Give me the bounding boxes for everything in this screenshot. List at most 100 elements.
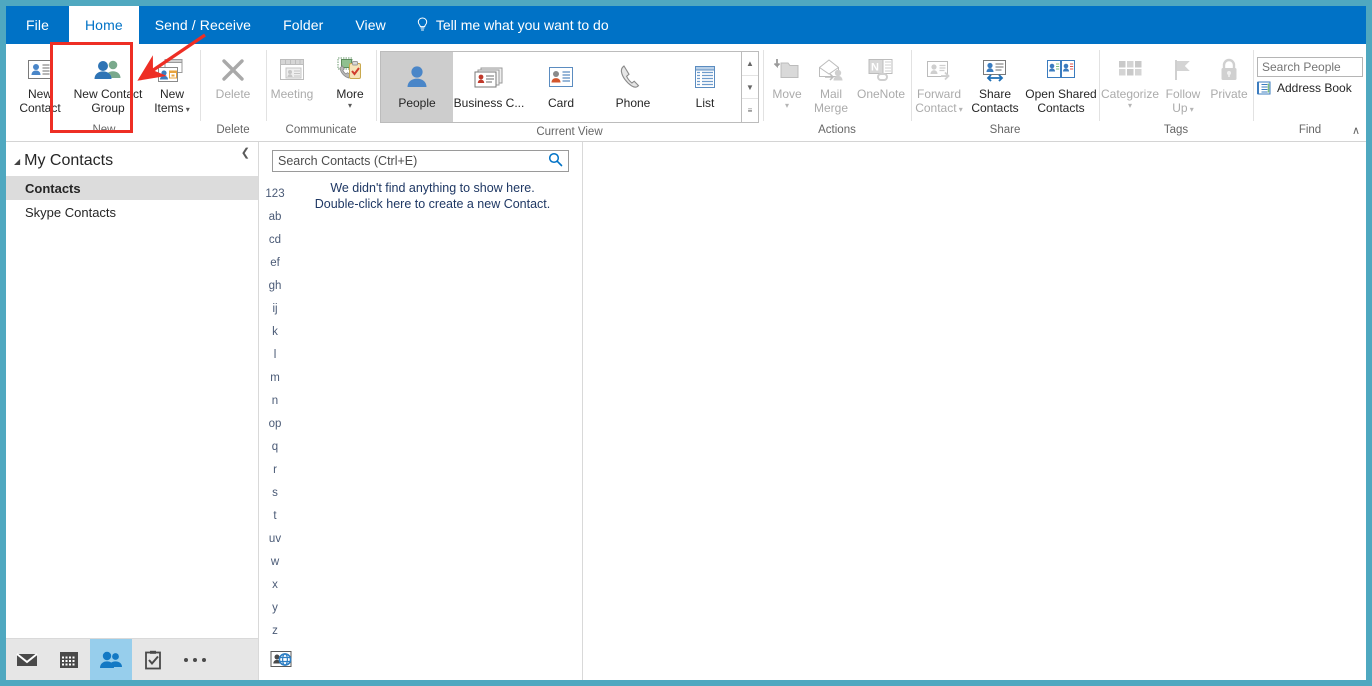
- view-card-label: Card: [547, 96, 574, 110]
- chevron-down-icon[interactable]: ▾: [184, 105, 190, 114]
- nav-mail[interactable]: [6, 639, 48, 680]
- alpha-index-item[interactable]: k: [272, 321, 278, 344]
- chevron-down-icon[interactable]: ▾: [785, 102, 789, 110]
- alpha-index-item[interactable]: op: [269, 413, 282, 436]
- folder-item-contacts-label: Contacts: [25, 180, 81, 196]
- meeting-label: Meeting: [270, 87, 314, 101]
- outlook-window-frame: File Home Send / Receive Folder View Tel…: [0, 0, 1372, 686]
- mail-icon: [16, 652, 38, 666]
- alpha-index-item[interactable]: gh: [269, 275, 282, 298]
- alpha-index-item[interactable]: q: [272, 436, 278, 459]
- alpha-index-item[interactable]: t: [273, 505, 276, 528]
- tell-me-search[interactable]: Tell me what you want to do: [402, 6, 623, 44]
- magnifier-icon[interactable]: [548, 152, 563, 170]
- view-card[interactable]: Card: [525, 52, 597, 122]
- alpha-index-item[interactable]: n: [272, 390, 278, 413]
- list-pane-footer: [259, 642, 582, 680]
- address-book-icon: [1257, 81, 1271, 95]
- ribbon-group-delete: Delete Delete: [200, 44, 266, 141]
- search-people-input[interactable]: [1257, 57, 1363, 77]
- tab-file-label: File: [26, 17, 49, 33]
- search-contacts-box[interactable]: [272, 150, 569, 172]
- private-button[interactable]: Private: [1206, 49, 1252, 117]
- nav-tasks[interactable]: [132, 639, 174, 680]
- alpha-index-item[interactable]: l: [274, 344, 277, 367]
- private-lock-icon: [1216, 53, 1242, 87]
- view-business-card[interactable]: Business C...: [453, 52, 525, 122]
- open-shared-contacts-button[interactable]: Open Shared Contacts: [1023, 49, 1099, 117]
- contacts-list-body[interactable]: 123 ab cd ef gh ij k l m n op q r s t uv…: [259, 172, 582, 642]
- alpha-index-item[interactable]: ef: [270, 252, 280, 275]
- new-contact-button[interactable]: New Contact: [12, 49, 68, 117]
- meeting-button[interactable]: Meeting: [263, 49, 321, 117]
- chevron-down-icon[interactable]: ▾: [957, 105, 963, 114]
- delete-x-icon: [219, 53, 247, 87]
- collapse-folder-pane-button[interactable]: ❮: [241, 146, 250, 159]
- search-contacts-input[interactable]: [278, 154, 548, 168]
- move-button[interactable]: Move ▾: [765, 49, 809, 117]
- folder-item-contacts[interactable]: Contacts: [6, 176, 258, 200]
- reading-pane[interactable]: [583, 142, 1366, 680]
- alpha-index-item[interactable]: w: [271, 551, 279, 574]
- onenote-icon: N: [866, 53, 896, 87]
- forward-contact-button[interactable]: Forward Contact ▾: [911, 49, 967, 117]
- view-list[interactable]: List: [669, 52, 741, 122]
- onenote-button[interactable]: N OneNote: [853, 49, 909, 117]
- forward-contact-label-1: Forward: [916, 87, 961, 101]
- alpha-index-item[interactable]: uv: [269, 528, 281, 551]
- new-contact-group-button[interactable]: New Contact Group: [68, 49, 148, 117]
- alpha-index-item[interactable]: m: [270, 367, 280, 390]
- more-communicate-icon: [335, 53, 365, 87]
- lightbulb-icon: [417, 17, 428, 31]
- mail-merge-label-1: Mail: [819, 87, 842, 101]
- alpha-index-item[interactable]: ab: [269, 206, 282, 229]
- follow-up-button[interactable]: Follow Up ▾: [1160, 49, 1206, 117]
- nav-more[interactable]: [174, 639, 216, 680]
- ribbon-group-current-view: People Business C... Card Phone List ▲ ▼…: [376, 44, 763, 141]
- folder-group-my-contacts[interactable]: ◢ My Contacts: [6, 148, 258, 176]
- group-label-actions: Actions: [818, 124, 856, 136]
- view-phone[interactable]: Phone: [597, 52, 669, 122]
- alpha-index-item[interactable]: ij: [272, 298, 277, 321]
- chevron-down-icon[interactable]: ▾: [348, 102, 352, 110]
- alpha-index-item[interactable]: 123: [265, 183, 284, 206]
- tab-view[interactable]: View: [339, 6, 402, 44]
- mail-merge-icon: [816, 53, 846, 87]
- gallery-scroll-up[interactable]: ▲: [742, 52, 758, 76]
- collapse-ribbon-button[interactable]: ∧: [1352, 124, 1360, 137]
- folder-item-skype-contacts[interactable]: Skype Contacts: [6, 200, 258, 224]
- new-items-button[interactable]: New Items ▾: [148, 49, 196, 117]
- gallery-scroll-down[interactable]: ▼: [742, 76, 758, 100]
- mail-merge-button[interactable]: Mail Merge: [809, 49, 853, 117]
- alpha-index-item[interactable]: y: [272, 597, 278, 620]
- gallery-expand[interactable]: ≡: [742, 99, 758, 122]
- tab-send-receive[interactable]: Send / Receive: [139, 6, 267, 44]
- nav-people[interactable]: [90, 639, 132, 680]
- tab-file[interactable]: File: [6, 6, 69, 44]
- alpha-index-item[interactable]: r: [273, 459, 277, 482]
- open-shared-contacts-label-2: Contacts: [1037, 101, 1085, 115]
- alpha-index-item[interactable]: cd: [269, 229, 281, 252]
- list-view-icon: [691, 58, 719, 96]
- tab-home[interactable]: Home: [68, 6, 139, 44]
- alpha-index-item[interactable]: x: [272, 574, 278, 597]
- nav-calendar[interactable]: [48, 639, 90, 680]
- alpha-index-item[interactable]: s: [272, 482, 278, 505]
- address-book-button[interactable]: Address Book: [1257, 81, 1352, 95]
- gallery-scrollbar[interactable]: ▲ ▼ ≡: [741, 52, 758, 122]
- tab-folder[interactable]: Folder: [267, 6, 339, 44]
- view-people[interactable]: People: [381, 52, 453, 122]
- chevron-down-icon[interactable]: ▾: [1128, 102, 1132, 110]
- delete-button[interactable]: Delete: [204, 49, 262, 117]
- forward-contact-label-2-text: Contact: [915, 101, 957, 115]
- chevron-down-icon[interactable]: ▾: [1188, 105, 1194, 114]
- meeting-icon: [277, 53, 307, 87]
- alpha-index-item[interactable]: z: [272, 620, 278, 643]
- contact-globe-icon[interactable]: [270, 650, 292, 673]
- more-communicate-button[interactable]: More ▾: [321, 49, 379, 117]
- categorize-button[interactable]: Categorize ▾: [1100, 49, 1160, 117]
- open-shared-contacts-label-1: Open Shared: [1025, 87, 1097, 101]
- ribbon-group-communicate: Meeting More ▾ Communicate: [266, 44, 376, 141]
- view-phone-label: Phone: [615, 96, 651, 110]
- share-contacts-button[interactable]: Share Contacts: [967, 49, 1023, 117]
